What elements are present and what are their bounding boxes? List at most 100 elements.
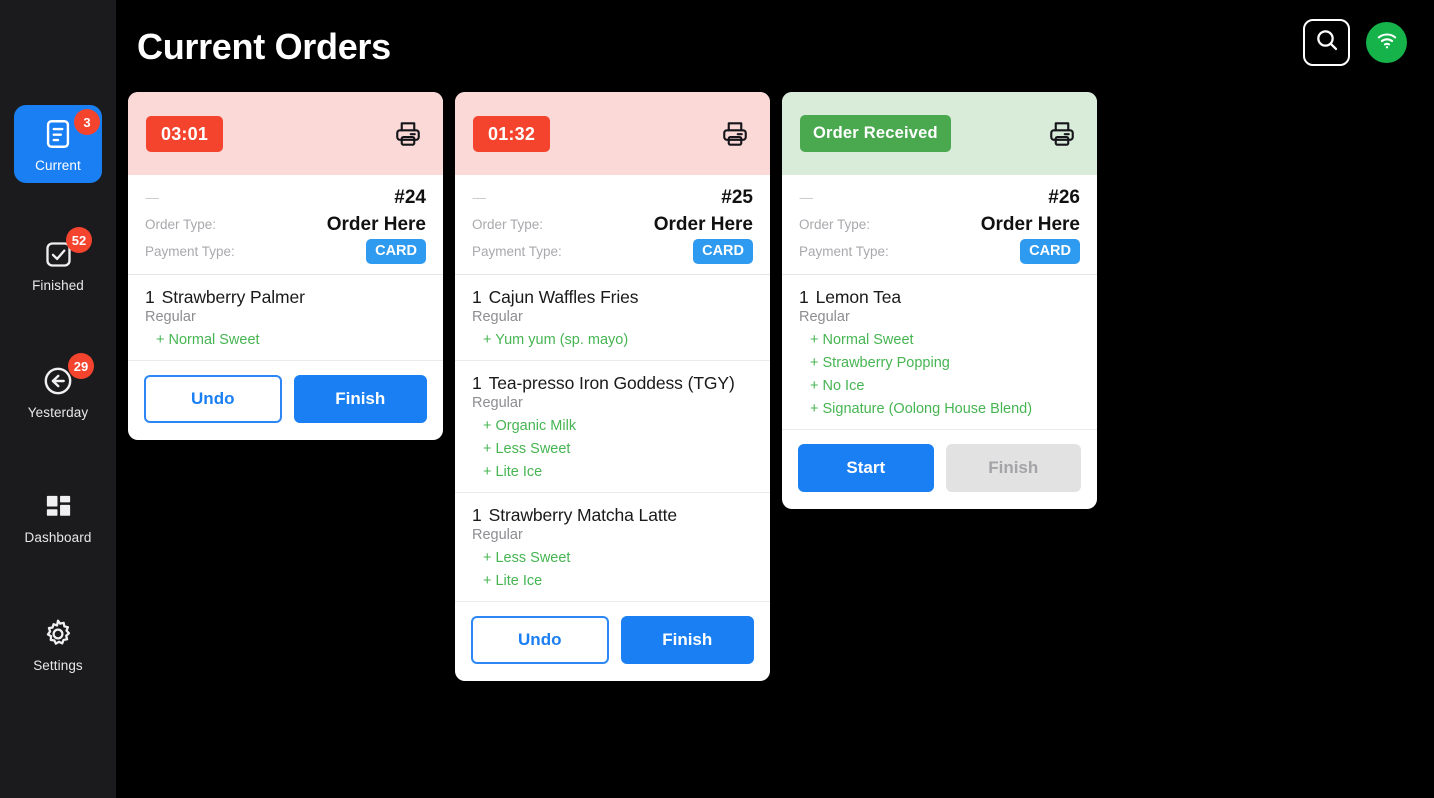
order-item-qty: 1: [472, 287, 482, 307]
order-card: Order Received ---- #26 Order Type: Orde…: [782, 92, 1097, 509]
order-customer-placeholder: ----: [799, 190, 813, 205]
sidebar-item-dashboard[interactable]: Dashboard: [14, 492, 102, 545]
order-customer-placeholder: ----: [472, 190, 486, 205]
order-status-badge: Order Received: [800, 115, 951, 152]
order-meta: ---- #24 Order Type: Order Here Payment …: [128, 175, 443, 275]
order-item-title: 1 Strawberry Palmer: [145, 287, 427, 308]
payment-type-label: Payment Type:: [799, 244, 889, 259]
order-actions: Start Finish: [782, 430, 1097, 509]
grid-icon: [14, 492, 102, 523]
payment-type-badge: CARD: [366, 239, 426, 264]
sidebar-badge-current: 3: [74, 109, 100, 135]
payment-type-row: Payment Type: CARD: [145, 238, 426, 265]
order-type-row: Order Type: Order Here: [145, 211, 426, 238]
order-type-value: Order Here: [653, 213, 753, 235]
sidebar: 3 Current 52 Finished 29 Yesterday Dashb…: [0, 0, 116, 798]
order-status-badge: 03:01: [146, 115, 224, 152]
header-actions: [1303, 19, 1407, 66]
order-item-option: + No Ice: [810, 378, 865, 394]
wifi-icon: [1375, 28, 1399, 57]
sidebar-item-label: Current: [35, 158, 81, 173]
order-item-title: 1 Lemon Tea: [799, 287, 1081, 308]
order-action-start-button[interactable]: Start: [798, 444, 934, 492]
gear-icon: [14, 617, 102, 651]
order-item: 1 Strawberry Palmer Regular + Normal Swee…: [128, 275, 443, 361]
sidebar-item-label: Yesterday: [27, 405, 89, 420]
order-item-option: + Strawberry Popping: [810, 355, 950, 371]
sidebar-item-label: Dashboard: [24, 530, 92, 545]
order-item: 1 Strawberry Matcha Latte Regular + Less …: [455, 493, 770, 602]
order-item-name: Strawberry Matcha Latte: [488, 505, 677, 525]
order-type-label: Order Type:: [145, 217, 217, 232]
payment-type-label: Payment Type:: [145, 244, 235, 259]
sidebar-item-current[interactable]: 3 Current: [14, 105, 102, 183]
order-card-header: Order Received: [782, 92, 1097, 175]
search-button[interactable]: [1303, 19, 1350, 66]
order-action-undo-button[interactable]: Undo: [144, 375, 282, 423]
order-card: 01:32 ---- #25 Order Type: Order Here Pa…: [455, 92, 770, 681]
order-item: 1 Lemon Tea Regular + Normal Sweet + Straw…: [782, 275, 1097, 430]
order-card: 03:01 ---- #24 Order Type: Order Here Pa…: [128, 92, 443, 440]
order-action-finish-button: Finish: [945, 444, 1081, 492]
order-number: #26: [1048, 186, 1080, 208]
order-item-title: 1 Tea-presso Iron Goddess (TGY): [472, 373, 754, 394]
order-item-name: Strawberry Palmer: [161, 287, 305, 307]
order-card-header: 03:01: [128, 92, 443, 175]
order-type-label: Order Type:: [799, 217, 871, 232]
payment-type-badge: CARD: [693, 239, 753, 264]
app-root: 3 Current 52 Finished 29 Yesterday Dashb…: [0, 0, 1434, 798]
sidebar-item-settings[interactable]: Settings: [14, 617, 102, 673]
printer-icon[interactable]: [1047, 119, 1077, 149]
order-item-option: + Lite Ice: [483, 464, 543, 480]
order-item-qty: 1: [472, 373, 482, 393]
order-item-name: Tea-presso Iron Goddess (TGY): [488, 373, 735, 393]
main-content: Current Orders 03:01 ---- #24 Order Type…: [116, 0, 1434, 798]
arrow-left-circle-icon: 29: [14, 353, 102, 398]
order-item: 1 Cajun Waffles Fries Regular + Yum yum (…: [455, 275, 770, 361]
order-action-undo-button[interactable]: Undo: [471, 616, 609, 664]
sidebar-badge-finished: 52: [66, 227, 92, 253]
order-type-row: Order Type: Order Here: [799, 211, 1080, 238]
payment-type-label: Payment Type:: [472, 244, 562, 259]
sidebar-item-finished[interactable]: 52 Finished: [14, 227, 102, 293]
order-item-title: 1 Strawberry Matcha Latte: [472, 505, 754, 526]
order-item-option: + Lite Ice: [483, 573, 543, 589]
printer-icon[interactable]: [720, 119, 750, 149]
order-item-qty: 1: [799, 287, 809, 307]
order-type-row: Order Type: Order Here: [472, 211, 753, 238]
sidebar-item-label: Finished: [32, 278, 84, 293]
order-type-value: Order Here: [326, 213, 426, 235]
check-square-icon: 52: [14, 227, 102, 271]
order-type-label: Order Type:: [472, 217, 544, 232]
order-item-option: + Less Sweet: [483, 441, 571, 457]
order-item-qty: 1: [145, 287, 155, 307]
order-type-value: Order Here: [980, 213, 1080, 235]
order-item-option: + Normal Sweet: [810, 332, 914, 348]
wifi-status-button[interactable]: [1366, 22, 1407, 63]
order-action-finish-button[interactable]: Finish: [293, 375, 427, 423]
orders-list: 03:01 ---- #24 Order Type: Order Here Pa…: [128, 92, 1097, 681]
order-item-size: Regular: [472, 309, 523, 325]
order-item-title: 1 Cajun Waffles Fries: [472, 287, 754, 308]
order-item-option: + Yum yum (sp. mayo): [483, 332, 629, 348]
order-item-name: Cajun Waffles Fries: [488, 287, 639, 307]
order-actions: Undo Finish: [128, 361, 443, 440]
order-meta: ---- #25 Order Type: Order Here Payment …: [455, 175, 770, 275]
order-item-option: + Signature (Oolong House Blend): [810, 401, 1033, 417]
payment-type-row: Payment Type: CARD: [799, 238, 1080, 265]
order-customer-placeholder: ----: [145, 190, 159, 205]
search-icon: [1314, 27, 1340, 58]
sidebar-item-label: Settings: [33, 658, 83, 673]
order-item-size: Regular: [799, 309, 850, 325]
order-meta: ---- #26 Order Type: Order Here Payment …: [782, 175, 1097, 275]
order-number: #25: [721, 186, 753, 208]
order-item-option: + Normal Sweet: [156, 332, 260, 348]
order-number-row: ---- #25: [472, 184, 753, 211]
order-action-finish-button[interactable]: Finish: [620, 616, 754, 664]
order-number: #24: [394, 186, 426, 208]
page-title: Current Orders: [137, 26, 391, 67]
order-item-size: Regular: [472, 527, 523, 543]
order-item-option: + Organic Milk: [483, 418, 577, 434]
printer-icon[interactable]: [393, 119, 423, 149]
sidebar-item-yesterday[interactable]: 29 Yesterday: [14, 353, 102, 420]
